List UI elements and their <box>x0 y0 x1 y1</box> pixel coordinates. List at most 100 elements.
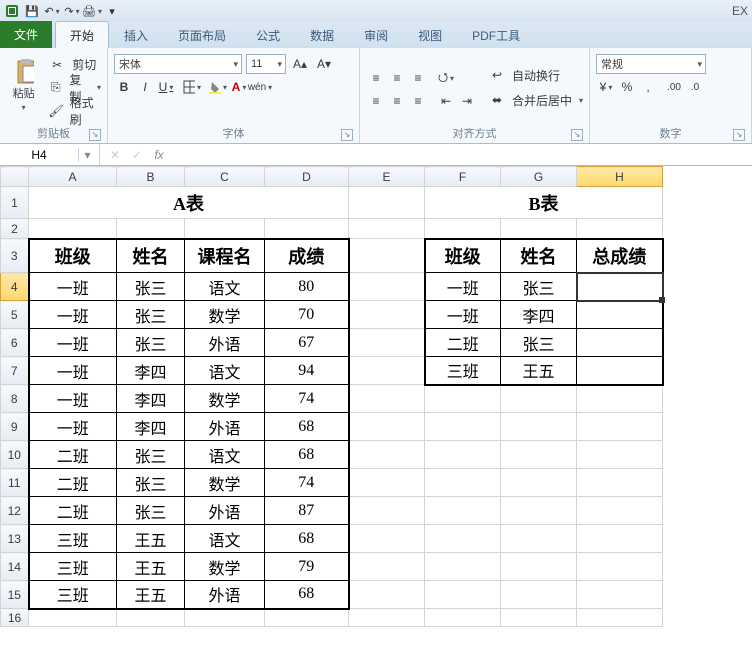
row-header-2[interactable]: 2 <box>1 219 29 239</box>
col-header-C[interactable]: C <box>185 167 265 187</box>
cell-C14[interactable]: 数学 <box>185 553 265 581</box>
row-header-10[interactable]: 10 <box>1 441 29 469</box>
row-header-15[interactable]: 15 <box>1 581 29 609</box>
cell-H12[interactable] <box>577 497 663 525</box>
cell-E4[interactable] <box>349 273 425 301</box>
row-header-5[interactable]: 5 <box>1 301 29 329</box>
cell-C9[interactable]: 外语 <box>185 413 265 441</box>
cell-D14[interactable]: 79 <box>265 553 349 581</box>
decrease-indent-icon[interactable]: ⇤ <box>436 91 456 111</box>
name-box-dropdown-icon[interactable]: ▾ <box>78 148 96 162</box>
tab-review[interactable]: 审阅 <box>349 21 403 48</box>
cell-A11[interactable]: 二班 <box>29 469 117 497</box>
orientation-icon[interactable]: ⭯ <box>436 68 456 88</box>
col-header-H[interactable]: H <box>577 167 663 187</box>
cell-G8[interactable] <box>501 385 577 413</box>
tab-formulas[interactable]: 公式 <box>241 21 295 48</box>
cell-H6[interactable] <box>577 329 663 357</box>
cell-C4[interactable]: 语文 <box>185 273 265 301</box>
cell-G13[interactable] <box>501 525 577 553</box>
wrap-text-button[interactable]: ↩自动换行 <box>487 64 583 86</box>
cell-H10[interactable] <box>577 441 663 469</box>
cell-G4[interactable]: 张三 <box>501 273 577 301</box>
align-middle-icon[interactable]: ≡ <box>387 68 407 88</box>
cell-A7[interactable]: 一班 <box>29 357 117 385</box>
cell-D5[interactable]: 70 <box>265 301 349 329</box>
cell-F3[interactable]: 班级 <box>425 239 501 273</box>
cell-D4[interactable]: 80 <box>265 273 349 301</box>
cell-G6[interactable]: 张三 <box>501 329 577 357</box>
tab-pdf[interactable]: PDF工具 <box>457 21 535 48</box>
cell-A13[interactable]: 三班 <box>29 525 117 553</box>
align-center-icon[interactable]: ≡ <box>387 91 407 111</box>
row-header-1[interactable]: 1 <box>1 187 29 219</box>
cell-H3[interactable]: 总成绩 <box>577 239 663 273</box>
cell-H15[interactable] <box>577 581 663 609</box>
tab-insert[interactable]: 插入 <box>109 21 163 48</box>
col-header-A[interactable]: A <box>29 167 117 187</box>
increase-indent-icon[interactable]: ⇥ <box>457 91 477 111</box>
cell-G2[interactable] <box>501 219 577 239</box>
cell-C12[interactable]: 外语 <box>185 497 265 525</box>
cell-A2[interactable] <box>29 219 117 239</box>
name-box-input[interactable] <box>0 148 78 162</box>
cell-C11[interactable]: 数学 <box>185 469 265 497</box>
align-launcher[interactable]: ↘ <box>571 129 583 141</box>
redo-icon[interactable]: ↷ <box>64 3 80 19</box>
cell-H2[interactable] <box>577 219 663 239</box>
cell-A1[interactable]: A表 <box>29 187 349 219</box>
cell-D9[interactable]: 68 <box>265 413 349 441</box>
cell-D3[interactable]: 成绩 <box>265 239 349 273</box>
cell-D6[interactable]: 67 <box>265 329 349 357</box>
cell-F10[interactable] <box>425 441 501 469</box>
cell-F14[interactable] <box>425 553 501 581</box>
percent-format-icon[interactable]: % <box>617 77 637 97</box>
cell-B11[interactable]: 张三 <box>117 469 185 497</box>
cell-F12[interactable] <box>425 497 501 525</box>
row-header-12[interactable]: 12 <box>1 497 29 525</box>
cell-H9[interactable] <box>577 413 663 441</box>
tab-layout[interactable]: 页面布局 <box>163 21 241 48</box>
cell-C3[interactable]: 课程名 <box>185 239 265 273</box>
cell-F9[interactable] <box>425 413 501 441</box>
cell-E5[interactable] <box>349 301 425 329</box>
cell-D13[interactable]: 68 <box>265 525 349 553</box>
font-launcher[interactable]: ↘ <box>341 129 353 141</box>
cell-D2[interactable] <box>265 219 349 239</box>
cell-C6[interactable]: 外语 <box>185 329 265 357</box>
row-header-6[interactable]: 6 <box>1 329 29 357</box>
merge-center-button[interactable]: ⬌合并后居中▾ <box>487 89 583 111</box>
increase-font-icon[interactable]: A▴ <box>290 54 310 74</box>
clipboard-launcher[interactable]: ↘ <box>89 129 101 141</box>
cell-G11[interactable] <box>501 469 577 497</box>
col-header-B[interactable]: B <box>117 167 185 187</box>
cell-G15[interactable] <box>501 581 577 609</box>
bold-button[interactable]: B <box>114 77 134 97</box>
cell-D15[interactable]: 68 <box>265 581 349 609</box>
row-header-9[interactable]: 9 <box>1 413 29 441</box>
cell-C10[interactable]: 语文 <box>185 441 265 469</box>
cell-D16[interactable] <box>265 609 349 627</box>
cell-C7[interactable]: 语文 <box>185 357 265 385</box>
italic-button[interactable]: I <box>135 77 155 97</box>
phonetic-button[interactable]: wén <box>250 77 270 97</box>
select-all-corner[interactable] <box>1 167 29 187</box>
cell-E9[interactable] <box>349 413 425 441</box>
col-header-E[interactable]: E <box>349 167 425 187</box>
align-top-icon[interactable]: ≡ <box>366 68 386 88</box>
name-box[interactable]: ▾ <box>0 144 100 165</box>
cell-E3[interactable] <box>349 239 425 273</box>
font-name-select[interactable]: 宋体 <box>114 54 242 74</box>
cell-B4[interactable]: 张三 <box>117 273 185 301</box>
cell-D7[interactable]: 94 <box>265 357 349 385</box>
cell-A15[interactable]: 三班 <box>29 581 117 609</box>
spreadsheet-grid[interactable]: ABCDEFGH1A表B表23班级姓名课程名成绩班级姓名总成绩4一班张三语文80… <box>0 166 752 667</box>
cell-B16[interactable] <box>117 609 185 627</box>
cell-G16[interactable] <box>501 609 577 627</box>
cell-E10[interactable] <box>349 441 425 469</box>
format-painter-button[interactable]: 🖌格式刷 <box>47 100 101 122</box>
cell-A16[interactable] <box>29 609 117 627</box>
cell-B12[interactable]: 张三 <box>117 497 185 525</box>
cell-F7[interactable]: 三班 <box>425 357 501 385</box>
save-icon[interactable]: 💾 <box>24 3 40 19</box>
